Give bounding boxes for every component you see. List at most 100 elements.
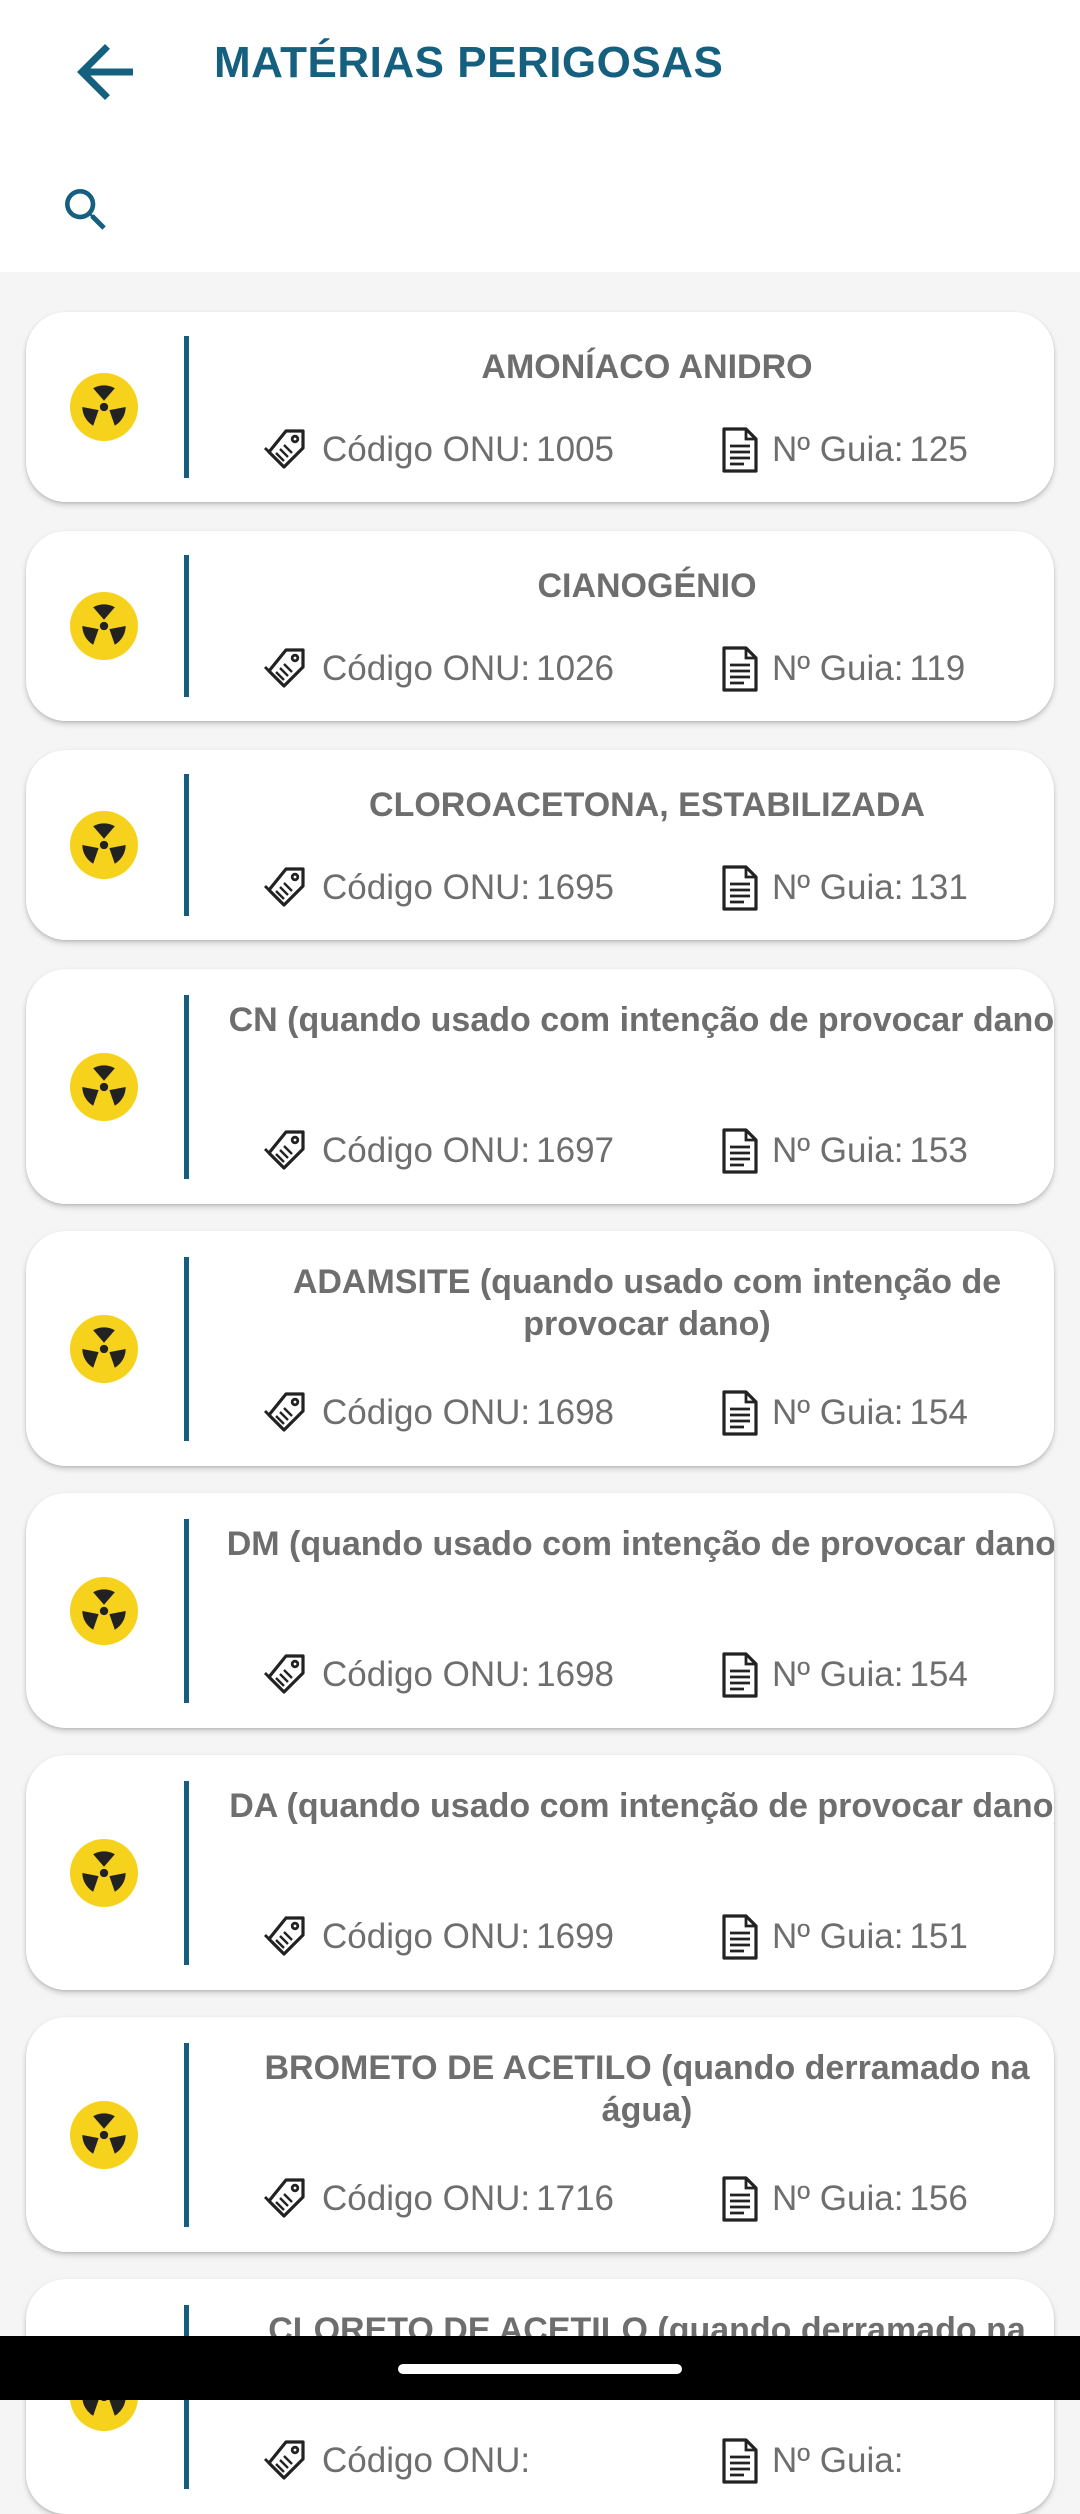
substance-card[interactable]: CN (quando usado com intenção de provoca… bbox=[26, 969, 1054, 1204]
radiation-hazard-icon bbox=[82, 604, 126, 645]
guide-label: Nº Guia: bbox=[772, 1655, 904, 1694]
substance-name: ADAMSITE (quando usado com intenção de p… bbox=[292, 1263, 1002, 1343]
onu-code: Código ONU: 1697 bbox=[262, 1127, 614, 1175]
guide-value: 131 bbox=[909, 868, 968, 907]
substance-name: CIANOGÉNIO bbox=[537, 567, 757, 605]
substance-name: BROMETO DE ACETILO (quando derramado na … bbox=[264, 2049, 1030, 2129]
substance-name: DM (quando usado com intenção de provoca… bbox=[226, 1525, 1054, 1563]
document-icon bbox=[722, 865, 758, 911]
onu-value: 1026 bbox=[536, 649, 615, 688]
substance-card[interactable]: DA (quando usado com intenção de provoca… bbox=[26, 1755, 1054, 1990]
guide-label: Nº Guia: bbox=[772, 1393, 904, 1432]
hazard-badge bbox=[70, 373, 138, 441]
substance-card[interactable]: CIANOGÉNIO Código ONU: 1026 Nº Guia: 119 bbox=[26, 531, 1054, 721]
card-divider bbox=[184, 336, 189, 478]
onu-label: Código ONU: bbox=[322, 868, 531, 907]
price-tag-icon bbox=[264, 2178, 305, 2218]
price-tag-icon bbox=[264, 648, 305, 688]
document-icon bbox=[722, 646, 758, 692]
guide-value: 154 bbox=[909, 1655, 968, 1694]
guide-number: Nº Guia: 153 bbox=[720, 1127, 968, 1175]
onu-code: Código ONU: 1695 bbox=[262, 864, 614, 912]
onu-code: Código ONU: 1716 bbox=[262, 2175, 614, 2223]
onu-value: 1698 bbox=[536, 1393, 615, 1432]
onu-value: 1699 bbox=[536, 1917, 615, 1956]
substance-card[interactable]: AMONÍACO ANIDRO Código ONU: 1005 Nº Guia: 12… bbox=[26, 312, 1054, 502]
onu-label: Código ONU: bbox=[322, 1655, 531, 1694]
guide-label: Nº Guia: bbox=[772, 868, 904, 907]
card-divider bbox=[184, 1781, 189, 1965]
system-navigation-bar bbox=[0, 2336, 1080, 2400]
document-icon bbox=[722, 2176, 758, 2222]
onu-label: Código ONU: bbox=[322, 649, 531, 688]
card-divider bbox=[184, 555, 189, 697]
onu-code: Código ONU: 1698 bbox=[262, 1389, 614, 1437]
radiation-hazard-icon bbox=[82, 385, 126, 426]
onu-code: Código ONU: 1026 bbox=[262, 645, 614, 693]
hazard-badge bbox=[70, 1053, 138, 1121]
guide-label: Nº Guia: bbox=[772, 649, 904, 688]
onu-code: Código ONU: 1005 bbox=[262, 426, 614, 474]
substance-name: CN (quando usado com intenção de provoca… bbox=[228, 1001, 1054, 1039]
guide-label: Nº Guia: bbox=[772, 430, 904, 469]
document-icon bbox=[722, 2438, 758, 2484]
substance-card[interactable]: DM (quando usado com intenção de provoca… bbox=[26, 1493, 1054, 1728]
guide-label: Nº Guia: bbox=[772, 1917, 904, 1956]
onu-label: Código ONU: bbox=[322, 1393, 531, 1432]
substance-name: CLOROACETONA, ESTABILIZADA bbox=[369, 786, 925, 824]
card-divider bbox=[184, 774, 189, 916]
onu-value: 1695 bbox=[536, 868, 615, 907]
guide-label: Nº Guia: bbox=[772, 2179, 904, 2218]
guide-number: Nº Guia: 154 bbox=[720, 1651, 968, 1699]
card-divider bbox=[184, 1257, 189, 1441]
search-icon bbox=[65, 189, 106, 230]
guide-number: Nº Guia: 151 bbox=[720, 1913, 968, 1961]
back-button[interactable] bbox=[50, 22, 160, 122]
arrow-left-icon bbox=[77, 44, 133, 100]
price-tag-icon bbox=[264, 1130, 305, 1170]
page-title: MATÉRIAS PERIGOSAS bbox=[214, 38, 724, 87]
onu-code: Código ONU: 1698 bbox=[262, 1651, 614, 1699]
price-tag-icon bbox=[264, 867, 305, 907]
card-divider bbox=[184, 2043, 189, 2227]
substance-name: DA (quando usado com intenção de provoca… bbox=[229, 1787, 1054, 1825]
onu-code: Código ONU: bbox=[262, 2437, 536, 2485]
home-indicator[interactable] bbox=[398, 2364, 682, 2374]
onu-label: Código ONU: bbox=[322, 2441, 531, 2480]
card-divider bbox=[184, 1519, 189, 1703]
guide-number: Nº Guia: 119 bbox=[720, 645, 965, 693]
guide-value: 156 bbox=[909, 2179, 968, 2218]
onu-value: 1698 bbox=[536, 1655, 615, 1694]
radiation-hazard-icon bbox=[82, 1589, 126, 1630]
app-bar: MATÉRIAS PERIGOSAS bbox=[0, 0, 1080, 272]
price-tag-icon bbox=[264, 429, 305, 469]
document-icon bbox=[722, 1390, 758, 1436]
search-button[interactable] bbox=[46, 170, 126, 250]
substance-card[interactable]: BROMETO DE ACETILO (quando derramado na … bbox=[26, 2017, 1054, 2252]
hazard-badge bbox=[70, 2101, 138, 2169]
guide-label: Nº Guia: bbox=[772, 1131, 904, 1170]
substance-name: AMONÍACO ANIDRO bbox=[481, 348, 813, 386]
onu-label: Código ONU: bbox=[322, 430, 531, 469]
onu-value: 1716 bbox=[536, 2179, 615, 2218]
hazard-badge bbox=[70, 1315, 138, 1383]
price-tag-icon bbox=[264, 1916, 305, 1956]
substance-card[interactable]: CLOROACETONA, ESTABILIZADA Código ONU: 169… bbox=[26, 750, 1054, 940]
price-tag-icon bbox=[264, 1654, 305, 1694]
radiation-hazard-icon bbox=[82, 2113, 126, 2154]
hazard-badge bbox=[70, 592, 138, 660]
document-icon bbox=[722, 1652, 758, 1698]
document-icon bbox=[722, 1914, 758, 1960]
substance-card[interactable]: ADAMSITE (quando usado com intenção de p… bbox=[26, 1231, 1054, 1466]
guide-label: Nº Guia: bbox=[772, 2441, 904, 2480]
radiation-hazard-icon bbox=[82, 1851, 126, 1892]
guide-number: Nº Guia: 156 bbox=[720, 2175, 968, 2223]
hazard-badge bbox=[70, 811, 138, 879]
guide-value: 153 bbox=[909, 1131, 968, 1170]
guide-number: Nº Guia: 154 bbox=[720, 1389, 968, 1437]
onu-code: Código ONU: 1699 bbox=[262, 1913, 614, 1961]
onu-label: Código ONU: bbox=[322, 1131, 531, 1170]
onu-value: 1005 bbox=[536, 430, 615, 469]
price-tag-icon bbox=[264, 2440, 305, 2480]
radiation-hazard-icon bbox=[82, 1065, 126, 1106]
